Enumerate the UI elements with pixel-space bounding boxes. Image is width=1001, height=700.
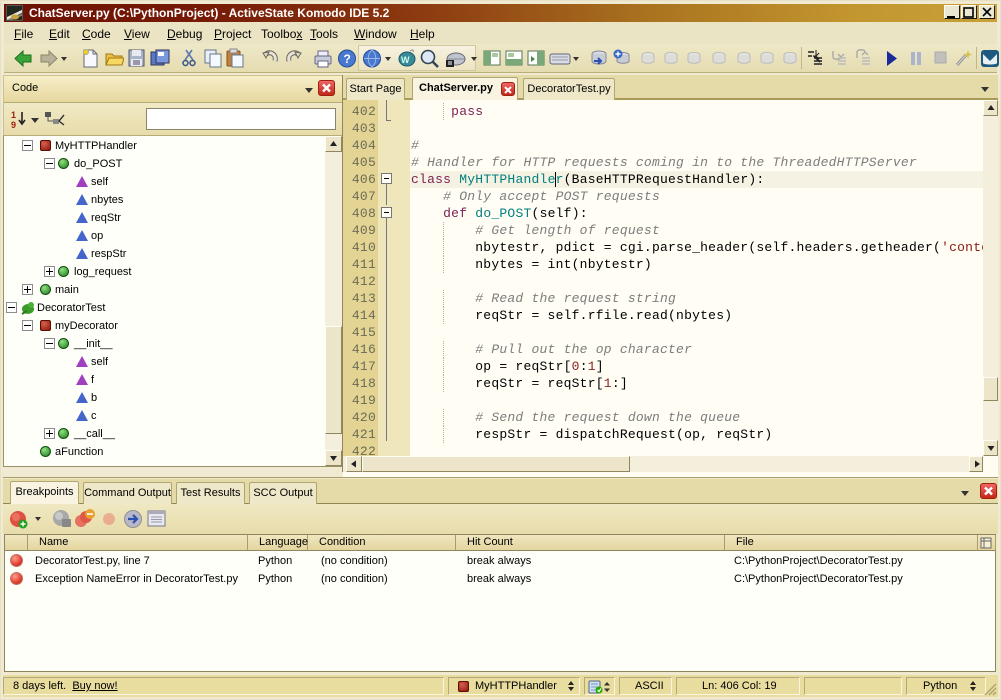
svg-text:W: W bbox=[401, 55, 410, 65]
svg-text:1: 1 bbox=[11, 110, 16, 120]
svg-text:9: 9 bbox=[11, 120, 16, 129]
svg-text:?: ? bbox=[344, 52, 351, 66]
